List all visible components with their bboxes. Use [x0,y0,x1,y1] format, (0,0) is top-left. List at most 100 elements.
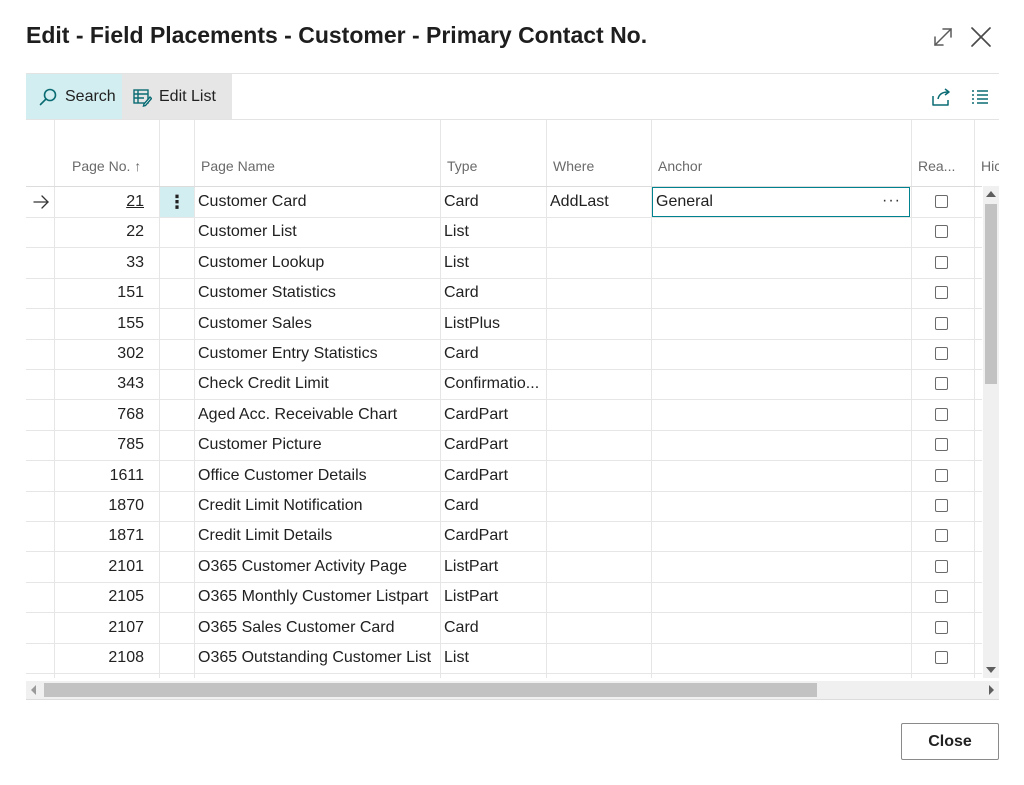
edit-list-button[interactable]: Edit List [122,74,232,119]
table-row[interactable]: 343 Check Credit Limit Confirmatio... [26,369,982,400]
read-only-checkbox[interactable] [935,438,948,451]
column-header-where[interactable]: Where [553,158,594,174]
read-only-checkbox[interactable] [935,225,948,238]
cell-anchor[interactable] [655,582,909,612]
cell-anchor[interactable] [655,613,909,643]
cell-anchor[interactable] [655,430,909,460]
cell-anchor[interactable] [655,461,909,491]
cell-type: Confirmatio... [444,375,540,392]
cell-where[interactable] [550,278,648,308]
read-only-checkbox[interactable] [935,317,948,330]
column-header-hide[interactable]: Hic [981,158,999,174]
cell-page-no[interactable]: 21 [56,187,144,217]
cell-anchor[interactable] [655,552,909,582]
scroll-up-icon[interactable] [986,191,996,197]
more-options-icon[interactable]: ··· [882,188,901,214]
cell-where[interactable] [550,461,648,491]
table-row[interactable]: 2107 O365 Sales Customer Card Card [26,613,982,644]
cell-anchor[interactable] [655,369,909,399]
cell-type: Card [444,284,479,301]
cell-page-name: Aged Acc. Receivable Chart [198,406,398,423]
read-only-checkbox[interactable] [935,529,948,542]
cell-where[interactable] [550,248,648,278]
cell-type: CardPart [444,467,509,484]
cell-where[interactable] [550,217,648,247]
horizontal-scroll-thumb[interactable] [44,683,817,697]
table-row[interactable]: 22 Customer List List [26,217,982,248]
cell-anchor[interactable] [655,309,909,339]
column-header-anchor[interactable]: Anchor [658,158,702,174]
cell-where[interactable] [550,521,648,551]
close-x-icon[interactable] [968,24,994,50]
table-row[interactable]: 302 Customer Entry Statistics Card [26,339,982,370]
cell-anchor[interactable] [655,521,909,551]
column-header-page-no-label: Page No. [72,158,131,174]
read-only-checkbox[interactable] [935,408,948,421]
table-row[interactable]: ⋮ 21 Customer Card Card AddLast General ··· [26,187,982,218]
table-row[interactable]: 1870 Credit Limit Notification Card [26,491,982,522]
read-only-checkbox[interactable] [935,469,948,482]
cell-where[interactable] [550,552,648,582]
read-only-checkbox[interactable] [935,377,948,390]
table-row[interactable]: 1611 Office Customer Details CardPart [26,461,982,492]
cell-anchor[interactable] [655,278,909,308]
read-only-checkbox[interactable] [935,621,948,634]
column-header-page-no[interactable]: Page No. ↑ [72,158,141,174]
cell-anchor[interactable] [655,217,909,247]
table-row[interactable]: 33 Customer Lookup List [26,248,982,279]
scroll-down-icon[interactable] [986,667,996,673]
cell-where[interactable] [550,643,648,673]
cell-anchor[interactable] [655,643,909,673]
close-button[interactable]: Close [901,723,999,760]
vertical-ellipsis-icon[interactable]: ⋮ [160,187,194,217]
read-only-checkbox[interactable] [935,590,948,603]
cell-page-name: Customer Lookup [198,254,325,271]
cell-where[interactable] [550,430,648,460]
horizontal-scrollbar[interactable] [26,681,999,699]
cell-anchor[interactable] [655,248,909,278]
read-only-checkbox[interactable] [935,651,948,664]
read-only-checkbox[interactable] [935,560,948,573]
cell-page-name: O365 Sales Customer Card [198,619,395,636]
read-only-checkbox[interactable] [935,286,948,299]
cell-where[interactable]: AddLast [550,187,648,217]
column-header-page-name[interactable]: Page Name [201,158,275,174]
column-header-type[interactable]: Type [447,158,477,174]
table-row[interactable]: 785 Customer Picture CardPart [26,430,982,461]
table-row[interactable]: 155 Customer Sales ListPlus [26,309,982,340]
table-row[interactable]: 768 Aged Acc. Receivable Chart CardPart [26,400,982,431]
cell-where[interactable] [550,309,648,339]
read-only-checkbox[interactable] [935,347,948,360]
cell-where[interactable] [550,400,648,430]
cell-where[interactable] [550,613,648,643]
scroll-left-icon[interactable] [31,685,36,695]
cell-anchor[interactable] [655,400,909,430]
search-button[interactable]: Search [26,74,122,119]
read-only-checkbox[interactable] [935,256,948,269]
cell-where[interactable] [550,582,648,612]
read-only-checkbox[interactable] [935,499,948,512]
cell-where[interactable] [550,491,648,521]
cell-anchor[interactable] [655,491,909,521]
vertical-scrollbar[interactable] [983,186,999,678]
column-header-read-only[interactable]: Rea... [918,158,968,174]
list-view-icon[interactable] [969,86,991,108]
vertical-scroll-thumb[interactable] [985,204,997,384]
table-row[interactable]: 151 Customer Statistics Card [26,278,982,309]
table-row[interactable]: 2108 O365 Outstanding Customer List List [26,643,982,674]
cell-page-no: 151 [117,284,144,301]
cell-anchor[interactable] [655,339,909,369]
cell-page-name: Customer Card [198,193,307,210]
cell-page-no: 155 [117,315,144,332]
scroll-right-icon[interactable] [989,685,994,695]
table-row[interactable]: 2105 O365 Monthly Customer Listpart ListPa… [26,582,982,613]
table-row[interactable]: 1871 Credit Limit Details CardPart [26,521,982,552]
read-only-checkbox[interactable] [935,195,948,208]
table-row[interactable]: 2101 O365 Customer Activity Page ListPart [26,552,982,583]
expand-icon[interactable] [930,24,956,50]
action-bar: Search Edit List [26,74,999,119]
anchor-field[interactable]: General ··· [652,187,910,217]
share-icon[interactable] [930,86,952,108]
cell-where[interactable] [550,339,648,369]
cell-where[interactable] [550,369,648,399]
